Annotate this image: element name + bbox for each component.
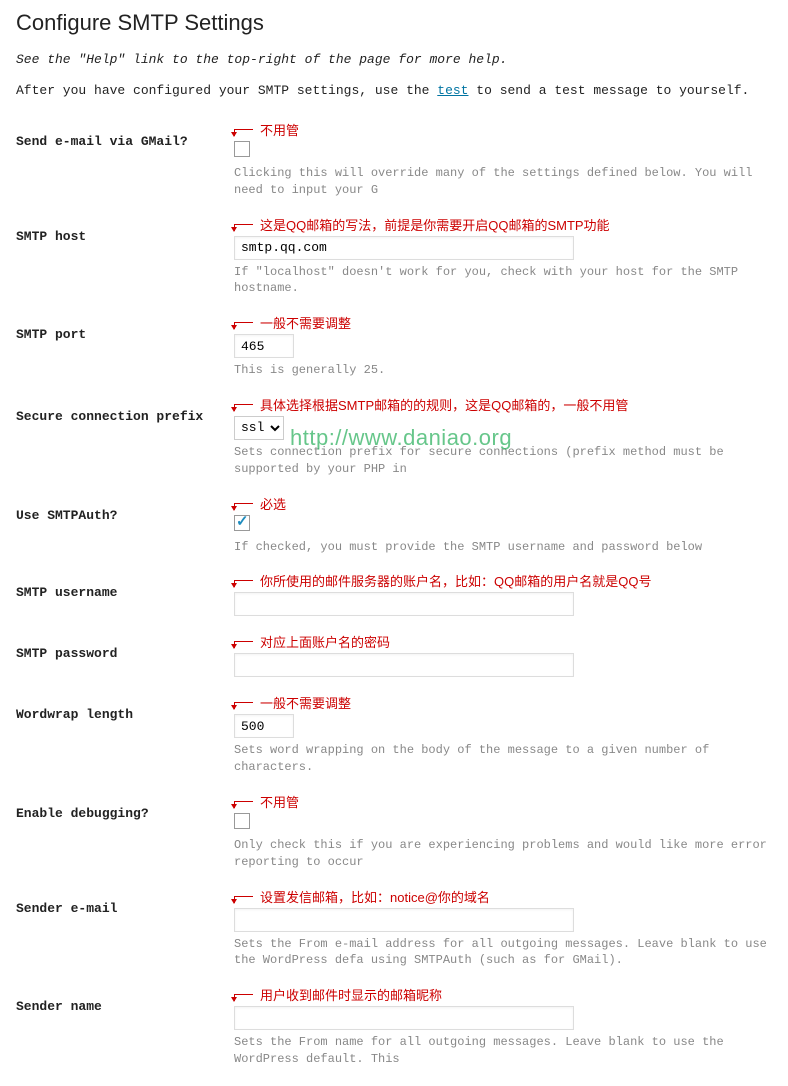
sender-email-hint: Sets the From e-mail address for all out…: [234, 936, 772, 970]
debug-checkbox[interactable]: [234, 813, 250, 829]
gmail-checkbox[interactable]: [234, 141, 250, 157]
secure-label: Secure connection prefix: [16, 387, 234, 486]
sender-name-annotation: 用户收到邮件时显示的邮箱昵称: [234, 985, 772, 1004]
sender-name-input[interactable]: [234, 1006, 574, 1030]
password-label: SMTP password: [16, 624, 234, 685]
password-input[interactable]: [234, 653, 574, 677]
port-input[interactable]: [234, 334, 294, 358]
help-text: See the "Help" link to the top-right of …: [16, 52, 772, 67]
settings-form: Send e-mail via GMail? 不用管 Clicking this…: [16, 112, 772, 1076]
secure-hint: Sets connection prefix for secure connec…: [234, 444, 772, 478]
username-label: SMTP username: [16, 563, 234, 624]
debug-annotation: 不用管: [234, 792, 772, 811]
auth-checkbox[interactable]: [234, 515, 250, 531]
username-input[interactable]: [234, 592, 574, 616]
gmail-annotation: 不用管: [234, 120, 772, 139]
gmail-hint: Clicking this will override many of the …: [234, 165, 772, 199]
gmail-label: Send e-mail via GMail?: [16, 112, 234, 207]
sender-email-input[interactable]: [234, 908, 574, 932]
wordwrap-hint: Sets word wrapping on the body of the me…: [234, 742, 772, 776]
wordwrap-annotation: 一般不需要调整: [234, 693, 772, 712]
wordwrap-input[interactable]: [234, 714, 294, 738]
sender-email-label: Sender e-mail: [16, 879, 234, 978]
intro-text: After you have configured your SMTP sett…: [16, 83, 772, 98]
host-hint: If "localhost" doesn't work for you, che…: [234, 264, 772, 298]
sender-name-label: Sender name: [16, 977, 234, 1076]
username-annotation: 你所使用的邮件服务器的账户名，比如：QQ邮箱的用户名就是QQ号: [234, 571, 772, 590]
host-annotation: 这是QQ邮箱的写法，前提是你需要开启QQ邮箱的SMTP功能: [234, 215, 772, 234]
host-label: SMTP host: [16, 207, 234, 306]
secure-select[interactable]: ssl: [234, 416, 284, 440]
secure-annotation: 具体选择根据SMTP邮箱的的规则，这是QQ邮箱的，一般不用管: [234, 395, 772, 414]
debug-hint: Only check this if you are experiencing …: [234, 837, 772, 871]
sender-name-hint: Sets the From name for all outgoing mess…: [234, 1034, 772, 1068]
debug-label: Enable debugging?: [16, 784, 234, 879]
test-link[interactable]: test: [437, 83, 468, 98]
sender-email-annotation: 设置发信邮箱，比如：notice@你的域名: [234, 887, 772, 906]
auth-annotation: 必选: [234, 494, 772, 513]
auth-label: Use SMTPAuth?: [16, 486, 234, 564]
host-input[interactable]: [234, 236, 574, 260]
port-annotation: 一般不需要调整: [234, 313, 772, 332]
port-label: SMTP port: [16, 305, 234, 387]
password-annotation: 对应上面账户名的密码: [234, 632, 772, 651]
page-title: Configure SMTP Settings: [16, 10, 772, 36]
auth-hint: If checked, you must provide the SMTP us…: [234, 539, 772, 556]
port-hint: This is generally 25.: [234, 362, 772, 379]
wordwrap-label: Wordwrap length: [16, 685, 234, 784]
